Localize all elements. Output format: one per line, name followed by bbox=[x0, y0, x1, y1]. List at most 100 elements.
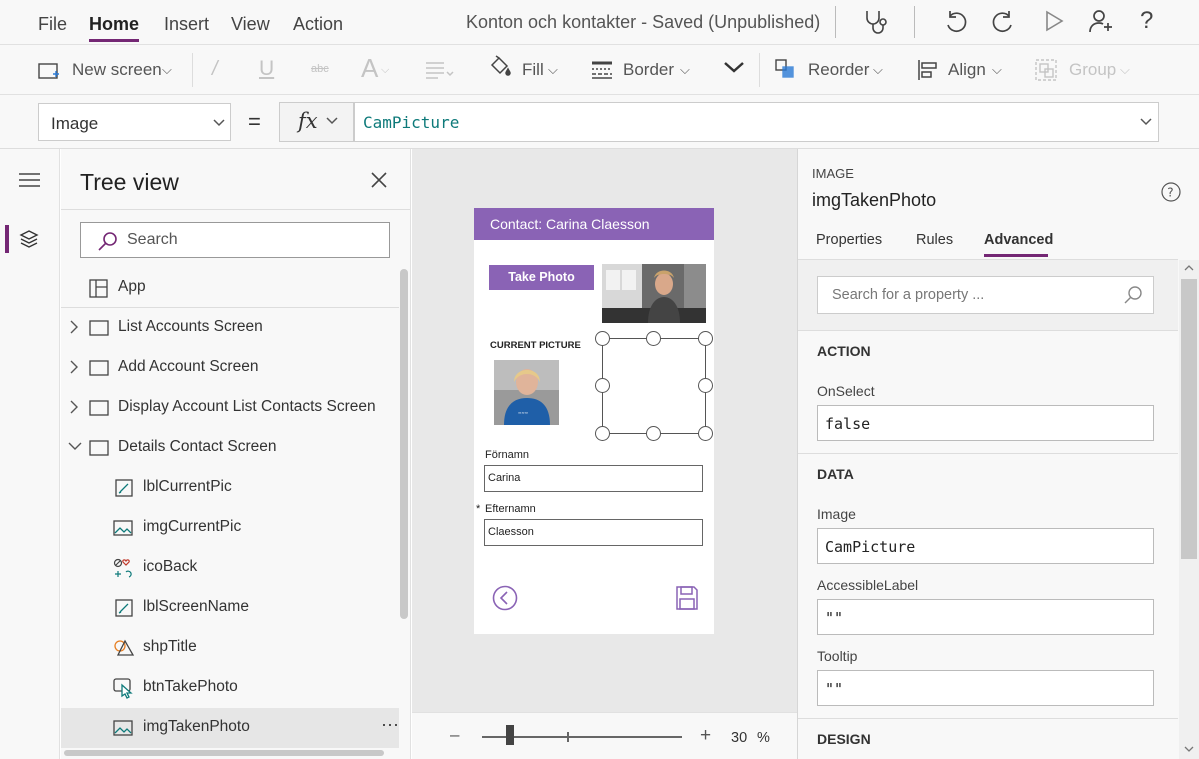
menu-view[interactable]: View bbox=[231, 14, 270, 35]
control-name[interactable]: imgTakenPhoto bbox=[812, 190, 936, 211]
menu-home[interactable]: Home bbox=[89, 14, 139, 35]
align-button[interactable]: Align bbox=[948, 60, 986, 80]
chevron-right-icon[interactable] bbox=[69, 359, 79, 375]
scroll-down-icon[interactable] bbox=[1183, 744, 1195, 754]
new-screen-button[interactable]: New screen bbox=[72, 60, 162, 80]
resize-handle[interactable] bbox=[646, 331, 661, 346]
zoom-slider-thumb[interactable] bbox=[506, 725, 514, 745]
resize-handle[interactable] bbox=[595, 378, 610, 393]
back-icon[interactable] bbox=[492, 585, 518, 611]
active-indicator bbox=[5, 225, 9, 253]
fornamn-value: Carina bbox=[488, 472, 521, 484]
equals-sign: = bbox=[248, 109, 261, 134]
app-checker-icon[interactable] bbox=[862, 8, 890, 36]
tab-properties[interactable]: Properties bbox=[816, 232, 882, 248]
current-picture-label: CURRENT PICTURE bbox=[490, 340, 581, 351]
menu-bar: File Home Insert View Action Konton och … bbox=[0, 0, 1199, 45]
accessible-label-input[interactable]: "" bbox=[817, 599, 1154, 635]
scroll-up-icon[interactable] bbox=[1183, 263, 1195, 273]
chevron-down-icon bbox=[326, 114, 338, 128]
new-screen-icon bbox=[38, 61, 60, 81]
chevron-right-icon[interactable] bbox=[69, 319, 79, 335]
zoom-out-button[interactable]: – bbox=[450, 725, 459, 745]
screen-header[interactable]: Contact: Carina Claesson bbox=[474, 208, 714, 240]
resize-handle[interactable] bbox=[646, 426, 661, 441]
tree-item-btntakephoto[interactable]: btnTakePhoto bbox=[61, 668, 399, 708]
chevron-right-icon[interactable] bbox=[69, 399, 79, 415]
tree-search-input[interactable]: Search bbox=[80, 222, 390, 258]
tooltip-value: "" bbox=[825, 680, 844, 698]
tree-item-display-account-list-contacts-screen[interactable]: Display Account List Contacts Screen bbox=[61, 388, 399, 428]
chevron-down-icon[interactable] bbox=[1140, 113, 1152, 129]
divider bbox=[798, 453, 1178, 454]
tab-advanced[interactable]: Advanced bbox=[984, 232, 1053, 248]
search-icon bbox=[97, 230, 119, 252]
resize-handle[interactable] bbox=[595, 426, 610, 441]
tree-item-icoback[interactable]: icoBack bbox=[61, 548, 399, 588]
tooltip-input[interactable]: "" bbox=[817, 670, 1154, 706]
tree-item-add-account-screen[interactable]: Add Account Screen bbox=[61, 348, 399, 388]
efternamn-input[interactable]: Claesson bbox=[484, 519, 703, 546]
text-align-icon bbox=[425, 60, 455, 80]
current-picture-image[interactable]: ≈≈≈ bbox=[494, 360, 559, 425]
accessible-label-label: AccessibleLabel bbox=[817, 577, 919, 593]
camera-image[interactable] bbox=[602, 264, 706, 323]
screen-header-title: Contact: Carina Claesson bbox=[490, 216, 650, 232]
redo-icon[interactable] bbox=[991, 8, 1017, 34]
chevron-down-icon[interactable] bbox=[67, 441, 83, 451]
tree-horizontal-scrollbar[interactable] bbox=[64, 750, 384, 756]
resize-handle[interactable] bbox=[698, 378, 713, 393]
tree-item-lblscreenname[interactable]: lblScreenName bbox=[61, 588, 399, 628]
strikethrough-icon: abc bbox=[311, 63, 329, 75]
undo-icon[interactable] bbox=[942, 8, 968, 34]
tree-item-list-accounts-screen[interactable]: List Accounts Screen bbox=[61, 308, 399, 348]
control-type-label: IMAGE bbox=[812, 166, 854, 181]
expand-ribbon-icon[interactable] bbox=[723, 60, 745, 74]
tree-item-imgtakenphoto[interactable]: imgTakenPhoto ··· bbox=[61, 708, 399, 748]
fornamn-input[interactable]: Carina bbox=[484, 465, 703, 492]
resize-handle[interactable] bbox=[698, 426, 713, 441]
property-dropdown[interactable]: Image bbox=[38, 103, 231, 141]
zoom-in-button[interactable]: + bbox=[700, 725, 711, 747]
selected-image-control[interactable] bbox=[602, 338, 706, 434]
fill-button[interactable]: Fill bbox=[522, 60, 544, 80]
tree-item-lblcurrentpic[interactable]: lblCurrentPic bbox=[61, 468, 399, 508]
onselect-input[interactable]: false bbox=[817, 405, 1154, 441]
image-property-input[interactable]: CamPicture bbox=[817, 528, 1154, 564]
resize-handle[interactable] bbox=[698, 331, 713, 346]
divider bbox=[835, 6, 836, 38]
menu-insert[interactable]: Insert bbox=[164, 14, 209, 35]
share-user-icon[interactable] bbox=[1088, 8, 1114, 34]
tree-item-app[interactable]: App bbox=[61, 268, 399, 308]
tree-item-label: Details Contact Screen bbox=[118, 438, 277, 455]
tree-scrollbar[interactable] bbox=[400, 269, 408, 619]
zoom-value: 30 bbox=[731, 730, 748, 746]
take-photo-button[interactable]: Take Photo bbox=[489, 265, 594, 290]
save-icon[interactable] bbox=[676, 586, 698, 610]
tree-item-label: imgCurrentPic bbox=[143, 518, 242, 535]
formula-input[interactable]: CamPicture bbox=[354, 102, 1159, 142]
preview-play-icon[interactable] bbox=[1042, 9, 1066, 33]
hamburger-menu-icon[interactable] bbox=[19, 173, 40, 187]
fill-icon bbox=[488, 55, 512, 79]
function-button[interactable]: fx bbox=[279, 102, 354, 142]
properties-scrollbar-thumb[interactable] bbox=[1181, 279, 1197, 559]
tree-item-imgcurrentpic[interactable]: imgCurrentPic bbox=[61, 508, 399, 548]
tree-item-shptitle[interactable]: shpTitle bbox=[61, 628, 399, 668]
help-icon[interactable]: ? bbox=[1140, 7, 1153, 35]
help-circle-icon[interactable]: ? bbox=[1161, 182, 1181, 202]
divider bbox=[61, 209, 410, 210]
tree-item-details-contact-screen[interactable]: Details Contact Screen bbox=[61, 428, 399, 468]
menu-file[interactable]: File bbox=[38, 14, 67, 35]
tab-rules[interactable]: Rules bbox=[916, 232, 953, 248]
reorder-button[interactable]: Reorder bbox=[808, 60, 869, 80]
app-icon bbox=[89, 279, 108, 298]
resize-handle[interactable] bbox=[595, 331, 610, 346]
more-options-icon[interactable]: ··· bbox=[381, 714, 399, 735]
group-button[interactable]: Group bbox=[1069, 60, 1116, 80]
close-icon[interactable] bbox=[370, 171, 388, 189]
menu-action[interactable]: Action bbox=[293, 14, 343, 35]
layers-icon[interactable] bbox=[19, 229, 39, 249]
border-button[interactable]: Border bbox=[623, 60, 674, 80]
property-search-input[interactable]: Search for a property ... bbox=[817, 276, 1154, 314]
